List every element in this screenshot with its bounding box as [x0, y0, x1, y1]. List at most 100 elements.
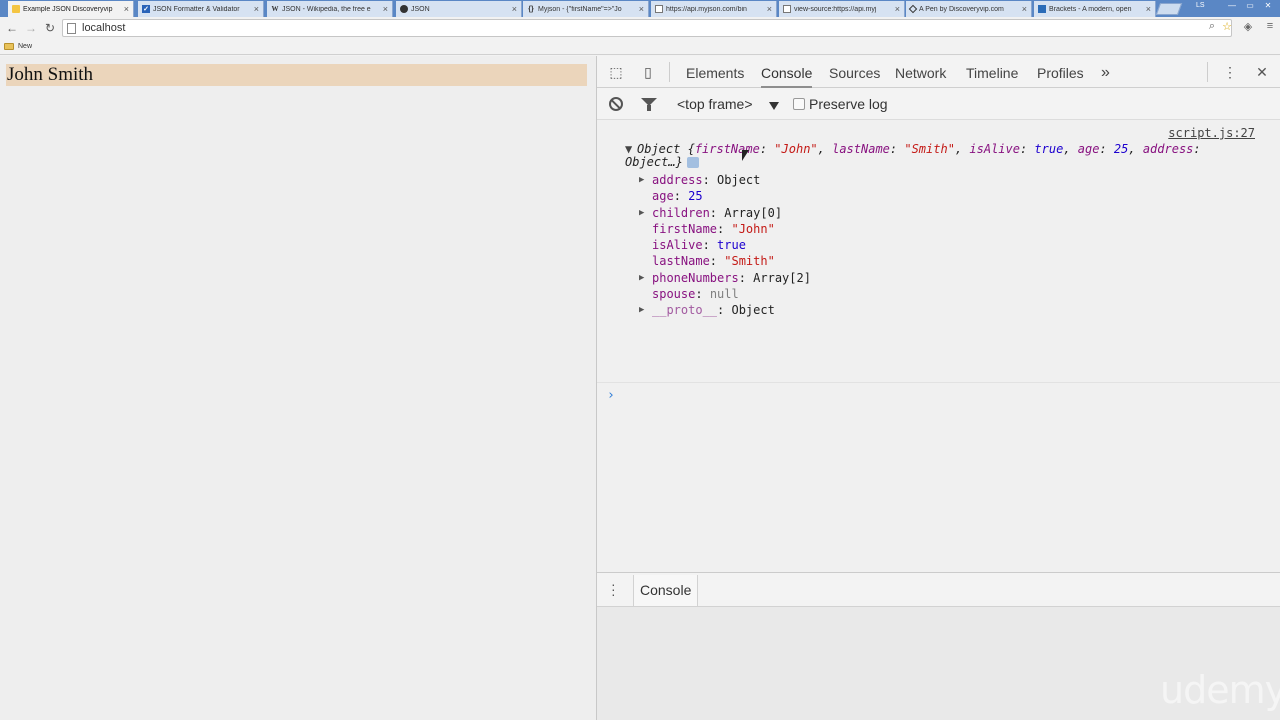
summary-key: lastName — [832, 142, 890, 156]
property-key: address — [652, 173, 703, 187]
close-icon[interactable]: × — [895, 4, 900, 14]
page-icon — [67, 22, 76, 34]
tab-timeline[interactable]: Timeline — [966, 56, 1018, 88]
property-key: lastName — [652, 254, 710, 269]
frame-selector[interactable]: <top frame> — [677, 96, 753, 112]
close-icon[interactable]: × — [124, 4, 129, 14]
tab-elements[interactable]: Elements — [686, 56, 744, 88]
bookmark-folder-new[interactable]: New — [18, 43, 32, 50]
browser-tab-7[interactable]: A Pen by Discoveryvip.com × — [906, 1, 1032, 17]
property-key: phoneNumbers — [652, 270, 739, 285]
property-key: isAlive — [652, 238, 703, 253]
close-icon[interactable]: × — [512, 4, 517, 14]
device-mode-icon[interactable]: ▯ — [639, 64, 657, 80]
expand-triangle-icon[interactable]: ▶ — [639, 302, 644, 318]
property-key: firstName — [652, 221, 718, 236]
tab-network[interactable]: Network — [895, 56, 946, 88]
bookmarks-bar: New — [0, 39, 1280, 55]
expand-triangle-icon[interactable]: ▶ — [639, 270, 644, 286]
user-profile-chip[interactable]: LS — [1196, 2, 1205, 9]
expand-triangle-icon[interactable]: ▶ — [639, 172, 644, 188]
close-window-icon[interactable]: ✕ — [1260, 1, 1276, 10]
checkbox-box[interactable] — [793, 98, 805, 110]
browser-tab-4[interactable]: {} Myjson - {"firstName"=>"Jo × — [523, 1, 649, 17]
property-row: isAlive: true — [652, 238, 746, 253]
menu-icon[interactable]: ≡ — [1262, 20, 1278, 32]
source-link[interactable]: script.js:27 — [1168, 126, 1255, 140]
maximize-icon[interactable]: ▭ — [1242, 1, 1258, 10]
expand-triangle-icon[interactable]: ▶ — [639, 205, 644, 221]
back-arrow-icon[interactable]: ← — [4, 20, 20, 36]
browser-tab-title: JSON - Wikipedia, the free e — [282, 5, 371, 13]
forward-arrow-icon[interactable]: → — [23, 20, 39, 36]
summary-value: "John" — [774, 142, 818, 156]
info-icon[interactable] — [686, 157, 699, 168]
property-value: Object — [731, 303, 775, 318]
property-row[interactable]: ▶ children: Array[0] — [639, 205, 811, 221]
more-tabs-icon[interactable]: » — [1101, 56, 1110, 88]
object-summary[interactable]: ▼ Object {firstName: "John", lastName: "S… — [625, 143, 1265, 169]
browser-tab-8[interactable]: Brackets - A modern, open × — [1034, 1, 1156, 17]
braces-icon: {} — [528, 5, 534, 13]
summary-tail: Object…} — [625, 155, 683, 169]
property-value: 25 — [688, 189, 703, 204]
console-toolbar: <top frame> Preserve log — [597, 88, 1280, 120]
summary-key: address — [1142, 142, 1194, 156]
browser-tab-2[interactable]: W JSON - Wikipedia, the free e × — [267, 1, 393, 17]
property-row[interactable]: ▶ address: Object — [639, 172, 811, 188]
minimize-icon[interactable]: — — [1224, 1, 1240, 10]
summary-value: 25 — [1113, 142, 1129, 156]
property-row: spouse: null — [652, 287, 739, 302]
tab-sources[interactable]: Sources — [829, 56, 880, 88]
browser-tab-title: Brackets - A modern, open — [1049, 5, 1132, 13]
address-bar[interactable]: localhost — [62, 19, 1232, 37]
github-icon — [400, 5, 408, 13]
browser-tab-6[interactable]: view-source:https://api.myj × — [779, 1, 905, 17]
extension-icon[interactable]: ◈ — [1240, 20, 1256, 33]
property-key: spouse — [652, 287, 696, 302]
property-row: age: 25 — [652, 189, 703, 204]
close-icon[interactable]: × — [1022, 4, 1027, 14]
console-prompt[interactable]: › — [607, 388, 615, 403]
browser-tab-title: Myjson - {"firstName"=>"Jo — [538, 5, 622, 13]
tab-console[interactable]: Console — [761, 56, 813, 88]
property-value: Array[0] — [724, 205, 783, 220]
property-row: firstName: "John" — [652, 221, 775, 236]
close-icon[interactable]: × — [383, 4, 388, 14]
preserve-log-checkbox[interactable]: Preserve log — [793, 96, 888, 112]
property-value: null — [709, 287, 739, 302]
property-row[interactable]: ▶ phoneNumbers: Array[2] — [639, 270, 811, 286]
browser-tab-1[interactable]: ✓ JSON Formatter & Validator × — [138, 1, 264, 17]
close-icon[interactable]: × — [639, 4, 644, 14]
codepen-icon — [908, 4, 918, 14]
reload-icon[interactable]: ↻ — [42, 20, 58, 36]
drawer-menu-icon[interactable]: · · · — [611, 577, 616, 601]
browser-tab-3[interactable]: JSON × — [396, 1, 522, 17]
browser-tab-title: view-source:https://api.myj — [794, 5, 877, 13]
new-tab-button[interactable] — [1155, 3, 1183, 15]
drawer-tab-console[interactable]: Console — [633, 575, 699, 606]
tab-strip: Example JSON Discoveryvip × ✓ JSON Forma… — [0, 0, 1280, 17]
property-value: "John" — [731, 221, 775, 236]
wikipedia-icon: W — [271, 5, 279, 13]
browser-tab-title: Example JSON Discoveryvip — [23, 5, 113, 13]
clear-console-icon[interactable] — [609, 97, 623, 111]
tab-profiles[interactable]: Profiles — [1037, 56, 1084, 88]
close-icon[interactable]: × — [1146, 4, 1151, 14]
browser-tab-5[interactable]: https://api.myjson.com/bin × — [651, 1, 777, 17]
browser-tab-0[interactable]: Example JSON Discoveryvip × — [8, 1, 134, 17]
property-value: Object — [717, 173, 761, 187]
zoom-icon[interactable]: ⌕ — [1204, 20, 1220, 33]
close-icon[interactable]: × — [767, 4, 772, 14]
property-row[interactable]: ▶ __proto__: Object — [639, 302, 811, 318]
drawer-tab-bar: · · · Console — [597, 573, 1280, 607]
close-icon[interactable]: × — [254, 4, 259, 14]
chevron-down-icon[interactable] — [769, 102, 779, 110]
filter-icon[interactable] — [641, 98, 657, 111]
inspect-element-icon[interactable]: ⬚ — [607, 64, 625, 80]
summary-value: true — [1034, 142, 1064, 156]
star-icon[interactable]: ☆ — [1219, 20, 1235, 33]
close-devtools-icon[interactable]: ✕ — [1253, 64, 1271, 80]
page-viewport: John Smith — [0, 56, 596, 720]
kebab-menu-icon[interactable]: ⋮ — [1221, 64, 1239, 80]
